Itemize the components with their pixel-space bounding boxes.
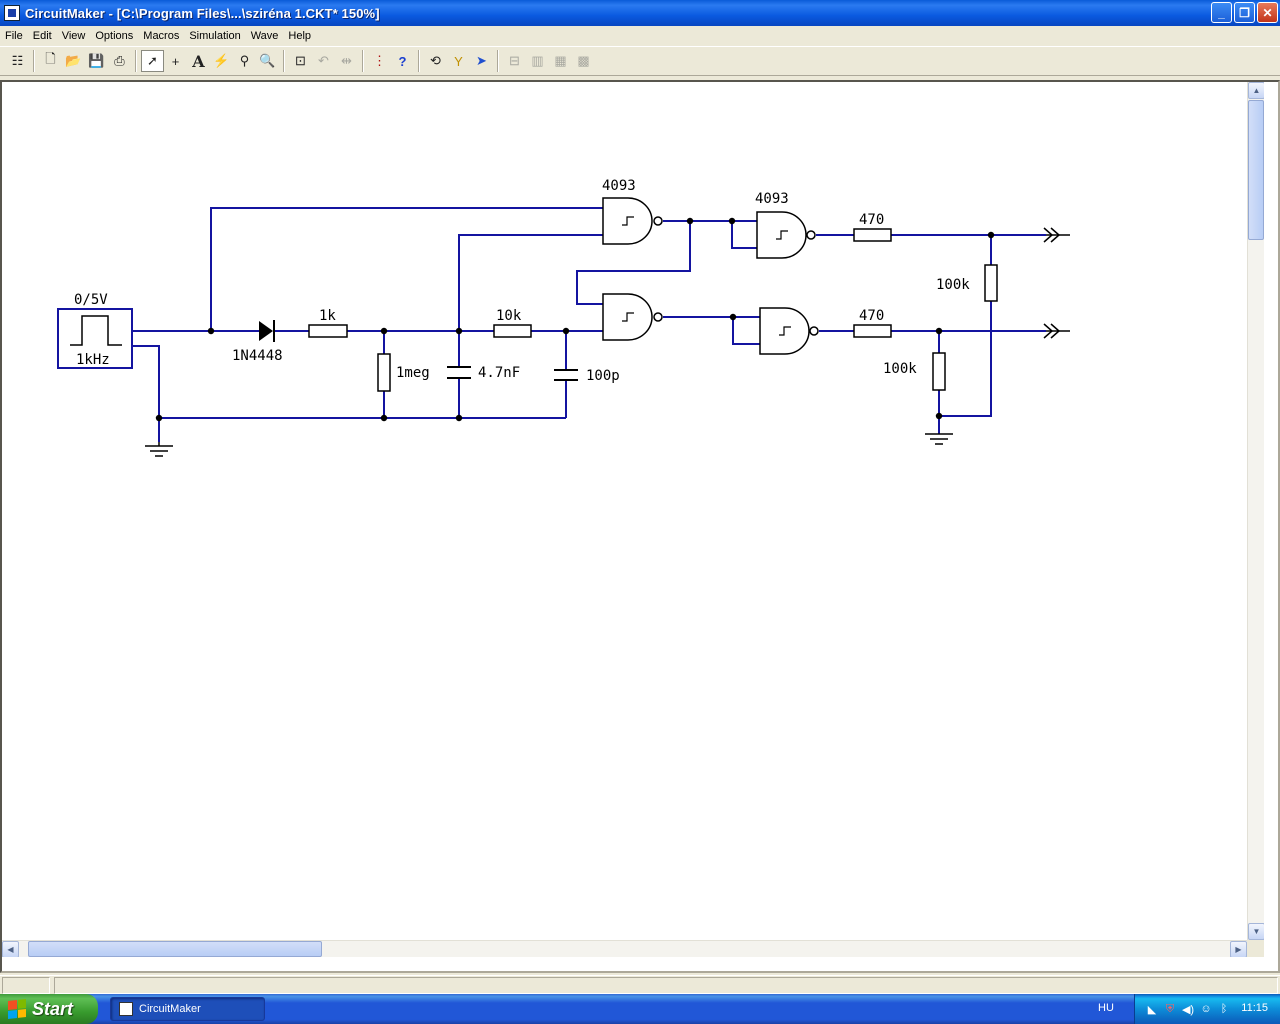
horizontal-scroll-thumb[interactable] [28, 941, 322, 957]
parts-bin-icon[interactable]: ☷ [6, 50, 29, 72]
scroll-right-button[interactable]: ▶ [1230, 941, 1247, 957]
netlist-icon[interactable]: ⋮ [368, 50, 391, 72]
toolbar-separator [135, 50, 137, 72]
scroll-down-button[interactable]: ▼ [1248, 923, 1264, 940]
trace-icon[interactable]: ⊟ [503, 50, 526, 72]
diode-label: 1N4448 [232, 348, 283, 364]
reset-icon[interactable]: ⟲ [424, 50, 447, 72]
network-icon[interactable]: ◣ [1145, 1002, 1159, 1016]
resistor-470-bottom-label: 470 [859, 308, 884, 324]
scroll-corner [1247, 940, 1264, 957]
toolbar-separator [362, 50, 364, 72]
align-2-icon[interactable]: ▦ [549, 50, 572, 72]
new-icon[interactable]: 🗋 [39, 50, 62, 72]
resistor-1k-label: 1k [319, 308, 336, 324]
capacitor-100p-label: 100p [586, 368, 620, 384]
zoom-tool-icon[interactable]: 🔍 [256, 50, 279, 72]
maximize-button[interactable]: ❐ [1234, 2, 1255, 23]
mirror-icon[interactable]: ⇹ [335, 50, 358, 72]
step-icon[interactable]: Y [447, 50, 470, 72]
zoom-fit-icon[interactable]: ⊡ [289, 50, 312, 72]
toolbar-separator [418, 50, 420, 72]
menu-simulation[interactable]: Simulation [184, 30, 245, 42]
source-freq-label: 1kHz [76, 352, 110, 368]
help-icon[interactable]: ? [391, 50, 414, 72]
resistor-470-top-label: 470 [859, 212, 884, 228]
vertical-scrollbar[interactable]: ▲ ▼ [1247, 82, 1264, 957]
resistor-1meg-label: 1meg [396, 365, 430, 381]
align-1-icon[interactable]: ▥ [526, 50, 549, 72]
menu-bar: File Edit View Options Macros Simulation… [0, 26, 1280, 45]
taskbar-item-circuitmaker[interactable]: CircuitMaker [110, 997, 265, 1021]
wire-tool-icon[interactable]: + [164, 50, 187, 72]
close-button[interactable]: ✕ [1257, 2, 1278, 23]
status-bar [0, 975, 1280, 994]
diode[interactable] [259, 320, 275, 342]
language-indicator[interactable]: HU [1098, 1002, 1114, 1014]
output-connectors [1043, 227, 1070, 339]
print-icon[interactable]: ⎙ [108, 50, 131, 72]
taskbar: Start CircuitMaker HU ◣ ⛨ ◀) ☺ ᛒ 11:15 [0, 994, 1280, 1024]
open-icon[interactable]: 📂 [62, 50, 85, 72]
arrow-tool-icon[interactable]: ➚ [141, 50, 164, 72]
schematic-drawing[interactable]: 0/5V 1kHz 1N4448 1k 1meg 10k 470 470 100… [2, 82, 1264, 957]
delete-tool-icon[interactable]: ⚲ [233, 50, 256, 72]
source-value-label: 0/5V [74, 292, 108, 308]
status-panel-main [54, 977, 1278, 994]
app-icon[interactable] [4, 5, 20, 21]
ground-symbol [925, 433, 953, 445]
clock[interactable]: 11:15 [1241, 1002, 1268, 1014]
system-tray: ◣ ⛨ ◀) ☺ ᛒ 11:15 [1134, 994, 1280, 1024]
menu-view[interactable]: View [57, 30, 91, 42]
toolbar: ☷ 🗋 📂 💾 ⎙ ➚ + A ⚡ ⚲ 🔍 ⊡ ↶ ⇹ ⋮ ? ⟲ Y ➤ ⊟ … [0, 46, 1280, 76]
vertical-scroll-thumb[interactable] [1248, 100, 1264, 240]
title-bar: CircuitMaker - [C:\Program Files\...\szi… [0, 0, 1280, 26]
capacitor-4-7nf-label: 4.7nF [478, 365, 520, 381]
gate2-label: 4093 [755, 191, 789, 207]
wires [132, 207, 1046, 442]
probe-tool-icon[interactable]: ⚡ [210, 50, 233, 72]
resistor-10k-label: 10k [496, 308, 522, 324]
scroll-left-button[interactable]: ◀ [2, 941, 19, 957]
text-tool-icon[interactable]: A [187, 50, 210, 72]
run-icon[interactable]: ➤ [470, 50, 493, 72]
toolbar-separator [283, 50, 285, 72]
bluetooth-icon[interactable]: ᛒ [1217, 1002, 1231, 1016]
menu-help[interactable]: Help [283, 30, 316, 42]
start-button[interactable]: Start [0, 994, 98, 1024]
start-label: Start [32, 998, 74, 1019]
workspace-frame: 0/5V 1kHz 1N4448 1k 1meg 10k 470 470 100… [0, 80, 1280, 973]
messenger-icon[interactable]: ☺ [1199, 1002, 1213, 1016]
toolbar-separator [497, 50, 499, 72]
ground-symbol [145, 442, 173, 457]
align-3-icon[interactable]: ▩ [572, 50, 595, 72]
toolbar-separator [33, 50, 35, 72]
task-label: CircuitMaker [139, 1003, 201, 1015]
gate1-label: 4093 [602, 178, 636, 194]
shield-icon[interactable]: ⛨ [1163, 1002, 1177, 1016]
menu-file[interactable]: File [0, 30, 28, 42]
scroll-up-button[interactable]: ▲ [1248, 82, 1264, 99]
menu-edit[interactable]: Edit [28, 30, 57, 42]
menu-wave[interactable]: Wave [246, 30, 284, 42]
circuitmaker-icon [119, 1002, 133, 1016]
rotate-icon[interactable]: ↶ [312, 50, 335, 72]
windows-logo-icon [8, 999, 26, 1019]
menu-options[interactable]: Options [90, 30, 138, 42]
minimize-button[interactable]: _ [1211, 2, 1232, 23]
save-icon[interactable]: 💾 [85, 50, 108, 72]
window-title: CircuitMaker - [C:\Program Files\...\szi… [25, 5, 380, 21]
resistor-100k-top-label: 100k [936, 277, 970, 293]
resistor-100k-bottom-label: 100k [883, 361, 917, 377]
horizontal-scrollbar[interactable]: ◀ ▶ [2, 940, 1264, 957]
menu-macros[interactable]: Macros [138, 30, 184, 42]
status-panel-left [2, 977, 50, 994]
volume-icon[interactable]: ◀) [1181, 1002, 1195, 1016]
schematic-canvas[interactable]: 0/5V 1kHz 1N4448 1k 1meg 10k 470 470 100… [2, 82, 1264, 957]
